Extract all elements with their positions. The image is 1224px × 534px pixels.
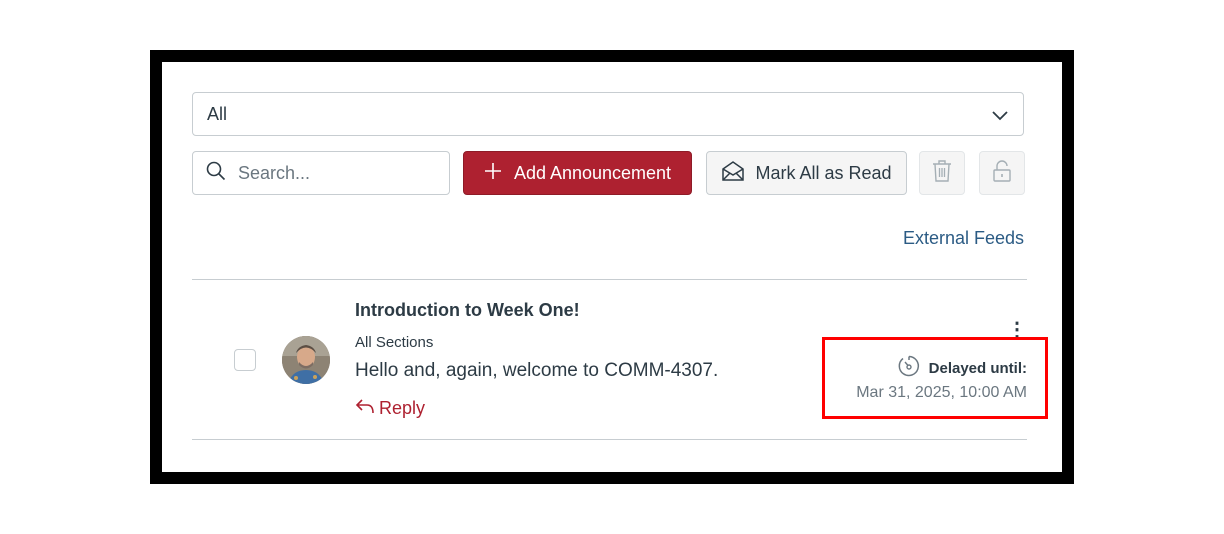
section-filter-select[interactable]: All [192,92,1024,136]
search-input[interactable]: Search... [192,151,450,195]
add-announcement-button[interactable]: Add Announcement [463,151,692,195]
unlock-icon [992,159,1012,188]
announcement-sections: All Sections [355,334,434,351]
external-feeds-link[interactable]: External Feeds [903,228,1024,249]
search-icon [206,161,226,186]
delete-button[interactable] [919,151,965,195]
search-placeholder: Search... [238,162,311,183]
plus-icon [484,162,502,185]
section-filter-value: All [207,103,228,124]
announcement-message: Hello and, again, welcome to COMM-4307. [355,360,719,381]
divider [192,439,1027,440]
highlight-box [822,337,1048,419]
announcement-checkbox[interactable] [234,349,256,371]
envelope-open-icon [721,160,745,186]
avatar[interactable] [282,336,330,384]
add-announcement-label: Add Announcement [513,162,672,183]
announcements-panel: All Search... Add Announcement Mark All … [162,62,1062,472]
chevron-down-icon [991,106,1009,127]
reply-icon [355,397,375,420]
reply-label: Reply [379,398,426,418]
divider [192,279,1027,280]
mark-all-read-button[interactable]: Mark All as Read [706,151,907,195]
reply-button[interactable]: Reply [355,397,425,420]
mark-all-read-label: Mark All as Read [755,162,892,183]
trash-icon [932,159,952,188]
lock-button[interactable] [979,151,1025,195]
announcement-title[interactable]: Introduction to Week One! [355,300,580,321]
